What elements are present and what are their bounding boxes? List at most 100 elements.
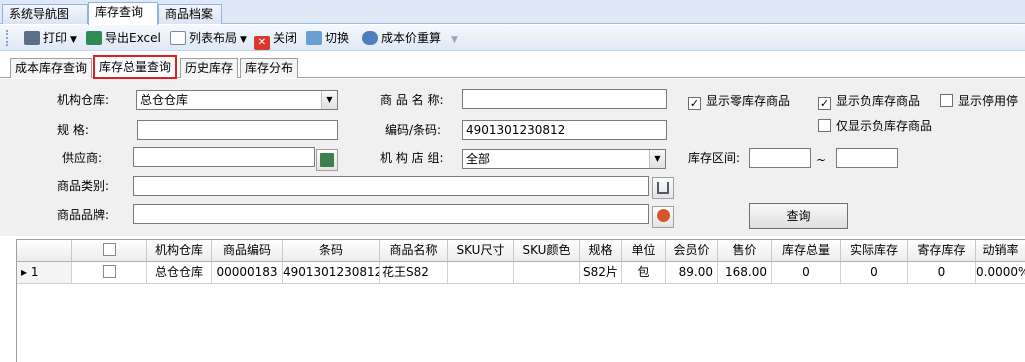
tab-cost-inventory[interactable]: 成本库存查询 <box>10 58 93 78</box>
tab-inventory-distribution[interactable]: 库存分布 <box>240 58 299 78</box>
cell-member-price[interactable]: 89.00 <box>666 262 718 284</box>
cell-product-code[interactable]: 00000183 <box>212 262 283 284</box>
product-name-label: 商 品 名 称: <box>380 93 444 107</box>
select-all-header[interactable] <box>72 240 147 262</box>
show-negative-stock-checkbox[interactable]: ✓ 显示负库存商品 <box>818 93 921 110</box>
supplier-input[interactable] <box>133 147 315 167</box>
show-zero-stock-checkbox[interactable]: ✓ 显示零库存商品 <box>688 93 791 110</box>
chevron-down-icon[interactable]: ▼ <box>451 35 458 45</box>
cell-unit[interactable]: 包 <box>622 262 666 284</box>
cell-warehouse[interactable]: 总仓仓库 <box>147 262 212 284</box>
table-row[interactable]: ▸ 1 总仓仓库 00000183 4901301230812 花王S82 S8… <box>17 262 1025 284</box>
cell-spec[interactable]: S82片 <box>580 262 622 284</box>
brand-picker-button[interactable] <box>652 206 674 228</box>
printer-icon <box>24 31 40 45</box>
toolbar-grip[interactable] <box>6 30 9 46</box>
col-product-name[interactable]: 商品名称 <box>380 240 448 262</box>
export-excel-button[interactable]: 导出Excel <box>86 28 161 48</box>
code-input[interactable]: 4901301230812 <box>462 120 667 140</box>
cell-actual-stock[interactable]: 0 <box>841 262 908 284</box>
select-all-checkbox[interactable] <box>102 243 116 256</box>
show-zero-stock-label: 显示零库存商品 <box>706 94 791 108</box>
show-negative-stock-label: 显示负库存商品 <box>836 94 921 108</box>
row-indicator-header <box>17 240 72 262</box>
col-sell-through-rate[interactable]: 动销率 <box>976 240 1025 262</box>
print-button[interactable]: 打印 ▼ <box>24 28 77 48</box>
col-barcode[interactable]: 条码 <box>283 240 380 262</box>
top-tab-strip: 系统导航图 库存查询 商品档案 <box>0 0 1025 25</box>
tab-product-archive[interactable]: 商品档案 <box>158 4 222 24</box>
cell-sku-size[interactable] <box>448 262 514 284</box>
col-unit[interactable]: 单位 <box>622 240 666 262</box>
recalc-label: 成本价重算 <box>381 31 442 45</box>
tab-system-nav[interactable]: 系统导航图 <box>2 4 88 24</box>
cell-sale-price[interactable]: 168.00 <box>718 262 772 284</box>
cell-barcode[interactable]: 4901301230812 <box>283 262 380 284</box>
stock-range-label: 库存区间: <box>688 151 741 165</box>
chevron-down-icon: ▼ <box>70 35 77 45</box>
row-checkbox[interactable] <box>102 265 116 278</box>
col-sale-price[interactable]: 售价 <box>718 240 772 262</box>
supplier-picker-button[interactable] <box>316 149 338 171</box>
row-select[interactable] <box>72 262 147 284</box>
checkbox-box: ✓ <box>688 97 701 110</box>
category-label: 商品类别: <box>57 179 110 193</box>
print-label: 打印 <box>43 31 68 45</box>
stock-max-input[interactable] <box>836 148 898 168</box>
cell-sku-color[interactable] <box>514 262 580 284</box>
stock-min-input[interactable] <box>749 148 811 168</box>
row-indicator[interactable]: ▸ 1 <box>17 262 72 284</box>
cell-product-name[interactable]: 花王S82 <box>380 262 448 284</box>
col-consigned-stock[interactable]: 寄存库存 <box>908 240 976 262</box>
cell-consigned-stock[interactable]: 0 <box>908 262 976 284</box>
warehouse-select[interactable]: 总仓仓库 ▼ <box>136 90 338 110</box>
chevron-down-icon: ▼ <box>240 35 247 45</box>
stock-range-separator: ~ <box>816 153 827 167</box>
close-button[interactable]: ✕ 关闭 <box>254 28 298 50</box>
col-sku-color[interactable]: SKU颜色 <box>514 240 580 262</box>
grid-layout-icon <box>170 31 186 45</box>
checkbox-box <box>818 119 831 132</box>
query-button[interactable]: 查询 <box>749 203 848 229</box>
only-negative-stock-checkbox[interactable]: 仅显示负库存商品 <box>818 118 932 134</box>
recalculate-cost-button[interactable]: 成本价重算 ▼ <box>362 28 458 48</box>
col-member-price[interactable]: 会员价 <box>666 240 718 262</box>
chevron-down-icon[interactable]: ▼ <box>649 150 665 168</box>
close-icon: ✕ <box>254 36 270 50</box>
switch-label: 切换 <box>325 31 350 45</box>
store-group-label: 机 构 店 组: <box>380 151 444 165</box>
sub-tab-strip: 成本库存查询 库存总量查询 历史库存 库存分布 <box>0 52 1025 79</box>
list-layout-button[interactable]: 列表布局 ▼ <box>170 28 247 48</box>
show-disabled-label: 显示停用停 <box>958 94 1019 108</box>
close-label: 关闭 <box>273 31 298 45</box>
col-spec[interactable]: 规格 <box>580 240 622 262</box>
only-negative-stock-label: 仅显示负库存商品 <box>836 119 933 133</box>
category-picker-button[interactable] <box>652 177 674 199</box>
switch-icon <box>306 31 322 45</box>
col-warehouse[interactable]: 机构仓库 <box>147 240 212 262</box>
table-picker-icon <box>320 153 334 167</box>
brand-label: 商品品牌: <box>57 208 110 222</box>
store-group-select[interactable]: 全部 ▼ <box>462 149 666 169</box>
tab-history-inventory[interactable]: 历史库存 <box>180 58 239 78</box>
tab-total-inventory[interactable]: 库存总量查询 <box>93 55 178 79</box>
cell-total-stock[interactable]: 0 <box>772 262 841 284</box>
cell-sell-through-rate[interactable]: 0.0000% <box>976 262 1025 284</box>
switch-button[interactable]: 切换 <box>306 28 349 48</box>
show-disabled-checkbox[interactable]: 显示停用停 <box>940 93 1018 109</box>
spec-input[interactable] <box>137 120 338 140</box>
warehouse-label: 机构仓库: <box>57 93 110 107</box>
col-sku-size[interactable]: SKU尺寸 <box>448 240 514 262</box>
chevron-down-icon[interactable]: ▼ <box>321 91 337 109</box>
col-total-stock[interactable]: 库存总量 <box>772 240 841 262</box>
product-name-input[interactable] <box>462 89 667 109</box>
category-input[interactable] <box>133 176 649 196</box>
brand-input[interactable] <box>133 204 649 224</box>
warehouse-value: 总仓仓库 <box>140 93 189 107</box>
col-actual-stock[interactable]: 实际库存 <box>841 240 908 262</box>
tab-inventory-query[interactable]: 库存查询 <box>88 2 158 25</box>
col-product-code[interactable]: 商品编码 <box>212 240 283 262</box>
checkbox-box <box>940 94 953 107</box>
recalculate-icon <box>362 31 378 45</box>
code-label: 编码/条码: <box>385 123 442 137</box>
